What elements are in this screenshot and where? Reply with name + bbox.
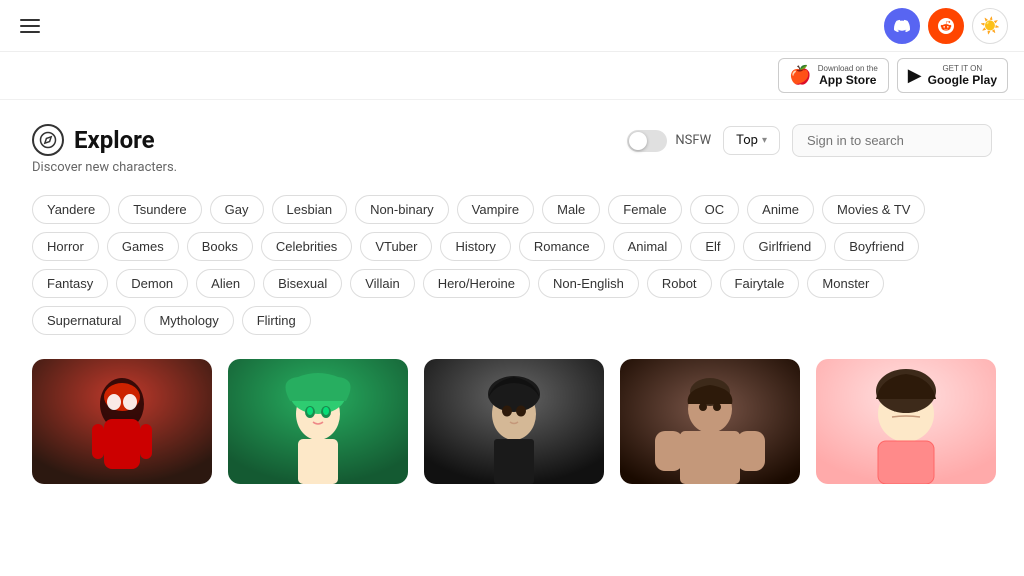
search-input[interactable] [792, 124, 992, 157]
tag-boyfriend[interactable]: Boyfriend [834, 232, 919, 261]
tag-celebrities[interactable]: Celebrities [261, 232, 352, 261]
explore-icon [32, 124, 64, 156]
reddit-button[interactable] [928, 8, 964, 44]
google-play-icon: ▶ [908, 65, 922, 86]
tag-girlfriend[interactable]: Girlfriend [743, 232, 826, 261]
hamburger-line-2 [20, 25, 40, 27]
sort-label: Top [736, 133, 758, 148]
nsfw-label: NSFW [675, 133, 711, 148]
sort-dropdown[interactable]: Top ▾ [723, 126, 780, 155]
character-card-1[interactable] [32, 359, 212, 484]
nsfw-toggle[interactable] [627, 130, 667, 152]
character-card-5[interactable] [816, 359, 996, 484]
apple-store-text: Download on the App Store [818, 64, 878, 87]
tag-tsundere[interactable]: Tsundere [118, 195, 201, 224]
tag-animal[interactable]: Animal [613, 232, 683, 261]
explore-subtitle: Discover new characters. [32, 160, 177, 175]
tag-demon[interactable]: Demon [116, 269, 188, 298]
tag-movies---tv[interactable]: Movies & TV [822, 195, 925, 224]
tag-male[interactable]: Male [542, 195, 600, 224]
tag-vtuber[interactable]: VTuber [360, 232, 432, 261]
tag-yandere[interactable]: Yandere [32, 195, 110, 224]
tag-gay[interactable]: Gay [210, 195, 264, 224]
apple-store-button[interactable]: 🍎 Download on the App Store [778, 58, 888, 93]
theme-toggle-button[interactable]: ☀️ [972, 8, 1008, 44]
nav-right: ☀️ [884, 8, 1008, 44]
character-card-3[interactable] [424, 359, 604, 484]
tag-robot[interactable]: Robot [647, 269, 712, 298]
tag-hero-heroine[interactable]: Hero/Heroine [423, 269, 530, 298]
google-play-text: GET IT ON Google Play [928, 64, 997, 87]
tag-anime[interactable]: Anime [747, 195, 814, 224]
tag-history[interactable]: History [440, 232, 510, 261]
tag-supernatural[interactable]: Supernatural [32, 306, 136, 335]
hamburger-button[interactable] [16, 15, 44, 37]
tag-flirting[interactable]: Flirting [242, 306, 311, 335]
right-controls: NSFW Top ▾ [627, 124, 992, 157]
tag-fantasy[interactable]: Fantasy [32, 269, 108, 298]
tag-romance[interactable]: Romance [519, 232, 605, 261]
characters-grid [32, 359, 992, 484]
toggle-thumb [629, 132, 647, 150]
explore-header: Explore Discover new characters. NSFW To… [32, 124, 992, 175]
tag-fairytale[interactable]: Fairytale [720, 269, 800, 298]
nav-left [16, 15, 44, 37]
top-nav: ☀️ [0, 0, 1024, 52]
hamburger-line-1 [20, 19, 40, 21]
tag-games[interactable]: Games [107, 232, 179, 261]
apple-icon: 🍎 [789, 65, 811, 86]
tags-container: Yandere Tsundere Gay LesbianNon-binary Vampi… [32, 195, 992, 335]
tag-non-english[interactable]: Non-English [538, 269, 639, 298]
tag-monster[interactable]: Monster [807, 269, 884, 298]
tag-villain[interactable]: Villain [350, 269, 414, 298]
tag-vampire[interactable]: Vampire [457, 195, 534, 224]
tag-female[interactable]: Female [608, 195, 681, 224]
tag-elf[interactable]: Elf [690, 232, 735, 261]
reddit-icon [938, 18, 954, 34]
app-store-row: 🍎 Download on the App Store ▶ GET IT ON … [0, 52, 1024, 100]
discord-button[interactable] [884, 8, 920, 44]
tag-books[interactable]: Books [187, 232, 253, 261]
compass-icon [39, 131, 57, 149]
explore-title-area: Explore [32, 124, 177, 156]
tag-alien[interactable]: Alien [196, 269, 255, 298]
main-content: Explore Discover new characters. NSFW To… [0, 100, 1024, 508]
character-card-4[interactable] [620, 359, 800, 484]
tag-oc[interactable]: OC [690, 195, 740, 224]
google-play-button[interactable]: ▶ GET IT ON Google Play [897, 58, 1008, 93]
character-card-2[interactable] [228, 359, 408, 484]
explore-title: Explore [74, 126, 155, 154]
tag-horror[interactable]: Horror [32, 232, 99, 261]
hamburger-line-3 [20, 31, 40, 33]
sun-icon: ☀️ [980, 16, 1000, 36]
nsfw-toggle-area: NSFW [627, 130, 711, 152]
tag-lesbian[interactable]: Lesbian [272, 195, 348, 224]
discord-icon [894, 18, 910, 34]
tag-non-binary[interactable]: Non-binary [355, 195, 449, 224]
tag-bisexual[interactable]: Bisexual [263, 269, 342, 298]
tag-mythology[interactable]: Mythology [144, 306, 233, 335]
chevron-down-icon: ▾ [762, 135, 767, 146]
explore-title-section: Explore Discover new characters. [32, 124, 177, 175]
